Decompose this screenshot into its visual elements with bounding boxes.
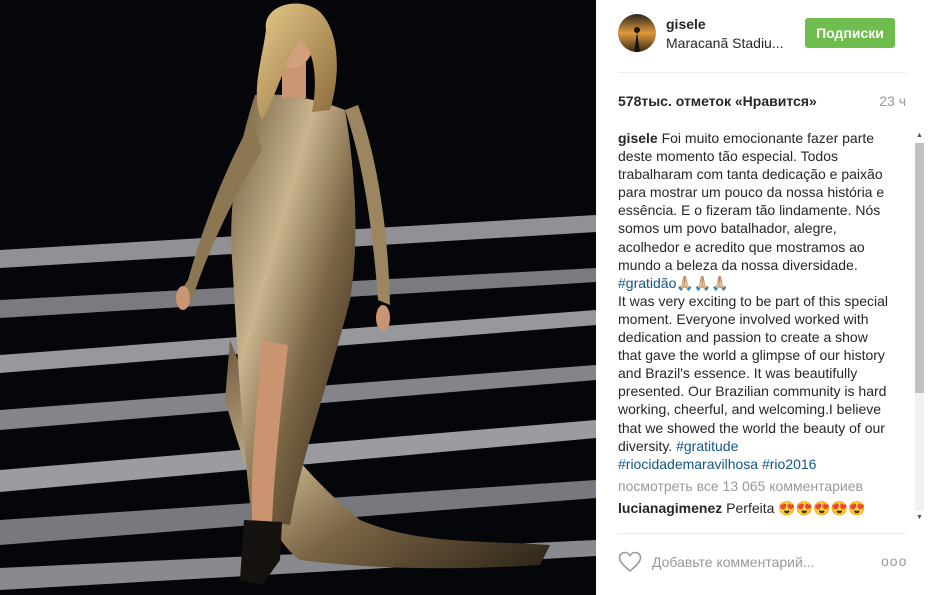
heart-outline-icon[interactable] bbox=[618, 551, 642, 573]
scroll-down-arrow-icon[interactable]: ▼ bbox=[915, 513, 924, 523]
location-link[interactable]: Maracanã Stadiu... bbox=[666, 35, 784, 51]
divider bbox=[618, 72, 906, 73]
caption: gisele Foi muito emocionante fazer parte… bbox=[618, 129, 890, 473]
likes-count[interactable]: 578тыс. отметок «Нравится» bbox=[618, 93, 817, 109]
emoji-text: 🙏🏼🙏🏼🙏🏼 bbox=[676, 274, 729, 291]
comment-text: Perfeita 😍😍😍😍😍 bbox=[726, 499, 866, 516]
username-link[interactable]: gisele bbox=[666, 16, 706, 32]
divider bbox=[618, 533, 906, 534]
comment-item: lucianagimenez Perfeita 😍😍😍😍😍 bbox=[618, 499, 890, 517]
caption-text-en: It was very exciting to be part of this … bbox=[618, 292, 889, 454]
view-all-comments-link[interactable]: посмотреть все 13 065 комментариев bbox=[618, 477, 890, 495]
scroll-up-arrow-icon[interactable]: ▲ bbox=[915, 131, 924, 141]
scrollbar-thumb[interactable] bbox=[915, 143, 924, 393]
post-header: gisele Maracanã Stadiu... Подписки bbox=[618, 14, 906, 58]
post-photo[interactable] bbox=[0, 0, 596, 595]
comments-list[interactable]: gisele Foi muito emocionante fazer parte… bbox=[618, 129, 890, 522]
add-comment-input[interactable] bbox=[652, 553, 832, 571]
hashtag-rio2016[interactable]: #rio2016 bbox=[762, 456, 817, 472]
hashtag-riocidademaravilhosa[interactable]: #riocidademaravilhosa bbox=[618, 456, 758, 472]
likes-row: 578тыс. отметок «Нравится» 23 ч bbox=[618, 93, 906, 109]
caption-username[interactable]: gisele bbox=[618, 130, 658, 146]
photo-runway-gown bbox=[0, 0, 596, 595]
avatar[interactable] bbox=[618, 14, 656, 52]
hashtag-gratitude[interactable]: #gratitude bbox=[676, 438, 738, 454]
more-dots-icon[interactable]: ooo bbox=[881, 553, 907, 569]
comment-username[interactable]: lucianagimenez bbox=[618, 500, 722, 516]
caption-text-pt: Foi muito emocionante fazer parte deste … bbox=[618, 130, 885, 273]
post-side-panel: gisele Maracanã Stadiu... Подписки 578ты… bbox=[596, 0, 928, 595]
post-time[interactable]: 23 ч bbox=[879, 93, 906, 109]
comments-scrollbar[interactable]: ▲ ▼ bbox=[912, 129, 926, 525]
follow-button[interactable]: Подписки bbox=[805, 18, 895, 48]
hashtag-gratidao[interactable]: #gratidão bbox=[618, 275, 676, 291]
